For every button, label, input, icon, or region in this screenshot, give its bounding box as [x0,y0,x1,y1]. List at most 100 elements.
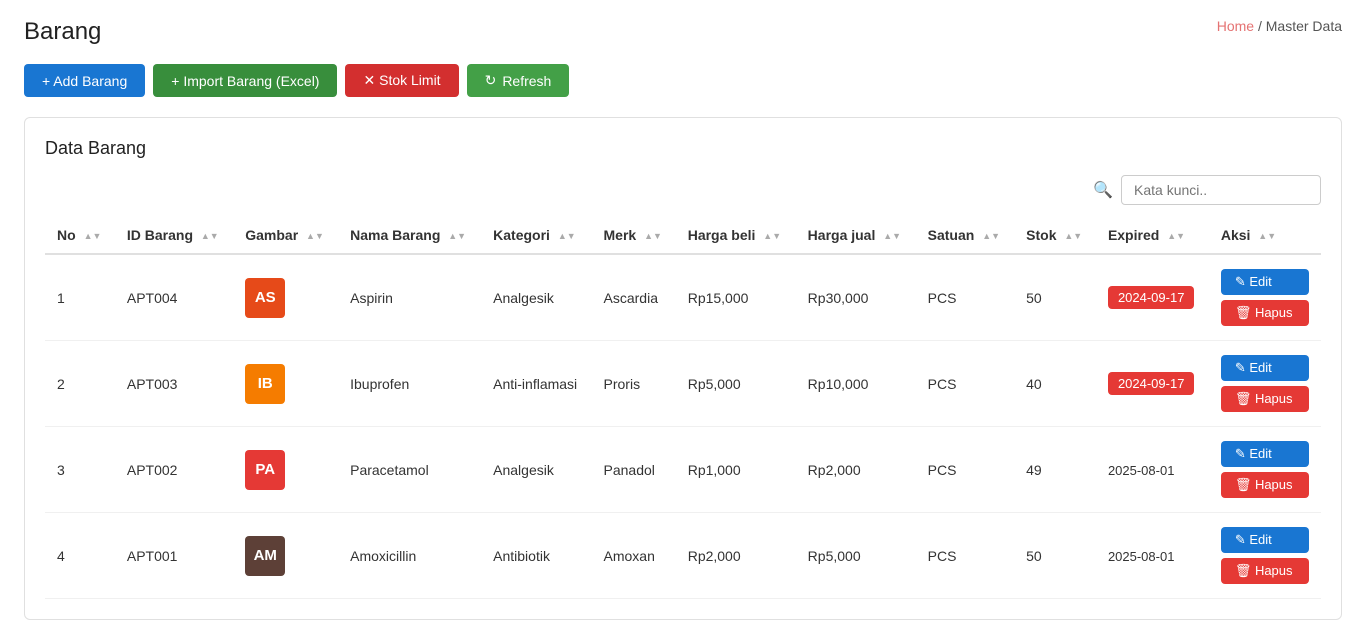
action-buttons: ✎ Edit 🗑 Hapus [1221,269,1309,326]
avatar: IB [245,364,285,404]
col-no: No ▲▼ [45,217,115,254]
cell-gambar: AS [233,254,338,341]
table-header-row: No ▲▼ ID Barang ▲▼ Gambar ▲▼ Nama Barang… [45,217,1321,254]
cell-gambar: AM [233,513,338,599]
cell-satuan: PCS [916,341,1015,427]
col-kategori: Kategori ▲▼ [481,217,591,254]
cell-nama-barang: Paracetamol [338,427,481,513]
avatar: PA [245,450,285,490]
refresh-icon: ↻ [485,72,497,89]
cell-aksi: ✎ Edit 🗑 Hapus [1209,341,1321,427]
hapus-button[interactable]: 🗑 Hapus [1221,386,1309,412]
cell-harga-jual: Rp10,000 [796,341,916,427]
card-title: Data Barang [45,138,1321,159]
cell-stok: 50 [1014,513,1096,599]
edit-button[interactable]: ✎ Edit [1221,269,1309,295]
barang-table: No ▲▼ ID Barang ▲▼ Gambar ▲▼ Nama Barang… [45,217,1321,599]
import-barang-button[interactable]: + Import Barang (Excel) [153,64,337,97]
cell-stok: 40 [1014,341,1096,427]
breadcrumb-home[interactable]: Home [1217,18,1254,34]
action-buttons: ✎ Edit 🗑 Hapus [1221,355,1309,412]
page-title: Barang [24,18,101,46]
cell-satuan: PCS [916,513,1015,599]
avatar: AM [245,536,285,576]
cell-aksi: ✎ Edit 🗑 Hapus [1209,427,1321,513]
col-harga-beli: Harga beli ▲▼ [676,217,796,254]
cell-merk: Proris [592,341,676,427]
expired-date: 2025-08-01 [1108,549,1175,564]
expired-date: 2025-08-01 [1108,463,1175,478]
toolbar: + Add Barang + Import Barang (Excel) ✕ S… [24,64,1342,97]
cell-id-barang: APT004 [115,254,233,341]
cell-merk: Amoxan [592,513,676,599]
data-barang-card: Data Barang 🔍 No ▲▼ ID Barang ▲▼ Gambar … [24,117,1342,620]
cell-aksi: ✎ Edit 🗑 Hapus [1209,254,1321,341]
col-gambar: Gambar ▲▼ [233,217,338,254]
table-row: 2 APT003 IB Ibuprofen Anti-inflamasi Pro… [45,341,1321,427]
stok-limit-button[interactable]: ✕ Stok Limit [345,64,458,97]
col-stok: Stok ▲▼ [1014,217,1096,254]
cell-kategori: Analgesik [481,254,591,341]
search-icon: 🔍 [1093,180,1113,200]
cell-merk: Ascardia [592,254,676,341]
cell-no: 2 [45,341,115,427]
action-buttons: ✎ Edit 🗑 Hapus [1221,527,1309,584]
cell-harga-jual: Rp30,000 [796,254,916,341]
cell-kategori: Anti-inflamasi [481,341,591,427]
cell-no: 1 [45,254,115,341]
search-input[interactable] [1121,175,1321,205]
table-row: 1 APT004 AS Aspirin Analgesik Ascardia R… [45,254,1321,341]
cell-harga-beli: Rp15,000 [676,254,796,341]
cell-nama-barang: Aspirin [338,254,481,341]
expired-badge: 2024-09-17 [1108,286,1195,309]
cell-no: 3 [45,427,115,513]
cell-harga-beli: Rp5,000 [676,341,796,427]
cell-harga-beli: Rp2,000 [676,513,796,599]
cell-id-barang: APT003 [115,341,233,427]
cell-id-barang: APT002 [115,427,233,513]
cell-kategori: Antibiotik [481,513,591,599]
col-nama-barang: Nama Barang ▲▼ [338,217,481,254]
cell-merk: Panadol [592,427,676,513]
hapus-button[interactable]: 🗑 Hapus [1221,300,1309,326]
cell-expired: 2024-09-17 [1096,341,1209,427]
action-buttons: ✎ Edit 🗑 Hapus [1221,441,1309,498]
cell-aksi: ✎ Edit 🗑 Hapus [1209,513,1321,599]
col-id-barang: ID Barang ▲▼ [115,217,233,254]
cell-gambar: PA [233,427,338,513]
cell-stok: 49 [1014,427,1096,513]
cell-harga-jual: Rp5,000 [796,513,916,599]
breadcrumb: Home / Master Data [1217,18,1342,34]
edit-button[interactable]: ✎ Edit [1221,441,1309,467]
table-row: 4 APT001 AM Amoxicillin Antibiotik Amoxa… [45,513,1321,599]
cell-no: 4 [45,513,115,599]
hapus-button[interactable]: 🗑 Hapus [1221,558,1309,584]
col-satuan: Satuan ▲▼ [916,217,1015,254]
expired-badge: 2024-09-17 [1108,372,1195,395]
hapus-button[interactable]: 🗑 Hapus [1221,472,1309,498]
col-aksi: Aksi ▲▼ [1209,217,1321,254]
edit-button[interactable]: ✎ Edit [1221,527,1309,553]
cell-expired: 2024-09-17 [1096,254,1209,341]
cell-expired: 2025-08-01 [1096,427,1209,513]
avatar: AS [245,278,285,318]
col-harga-jual: Harga jual ▲▼ [796,217,916,254]
cell-harga-beli: Rp1,000 [676,427,796,513]
breadcrumb-separator: / [1258,18,1266,34]
cell-harga-jual: Rp2,000 [796,427,916,513]
cell-gambar: IB [233,341,338,427]
table-row: 3 APT002 PA Paracetamol Analgesik Panado… [45,427,1321,513]
cell-stok: 50 [1014,254,1096,341]
refresh-label: Refresh [502,73,551,89]
col-expired: Expired ▲▼ [1096,217,1209,254]
refresh-button[interactable]: ↻ Refresh [467,64,570,97]
edit-button[interactable]: ✎ Edit [1221,355,1309,381]
breadcrumb-current: Master Data [1266,18,1342,34]
col-merk: Merk ▲▼ [592,217,676,254]
cell-satuan: PCS [916,254,1015,341]
add-barang-button[interactable]: + Add Barang [24,64,145,97]
cell-kategori: Analgesik [481,427,591,513]
cell-satuan: PCS [916,427,1015,513]
cell-id-barang: APT001 [115,513,233,599]
cell-expired: 2025-08-01 [1096,513,1209,599]
